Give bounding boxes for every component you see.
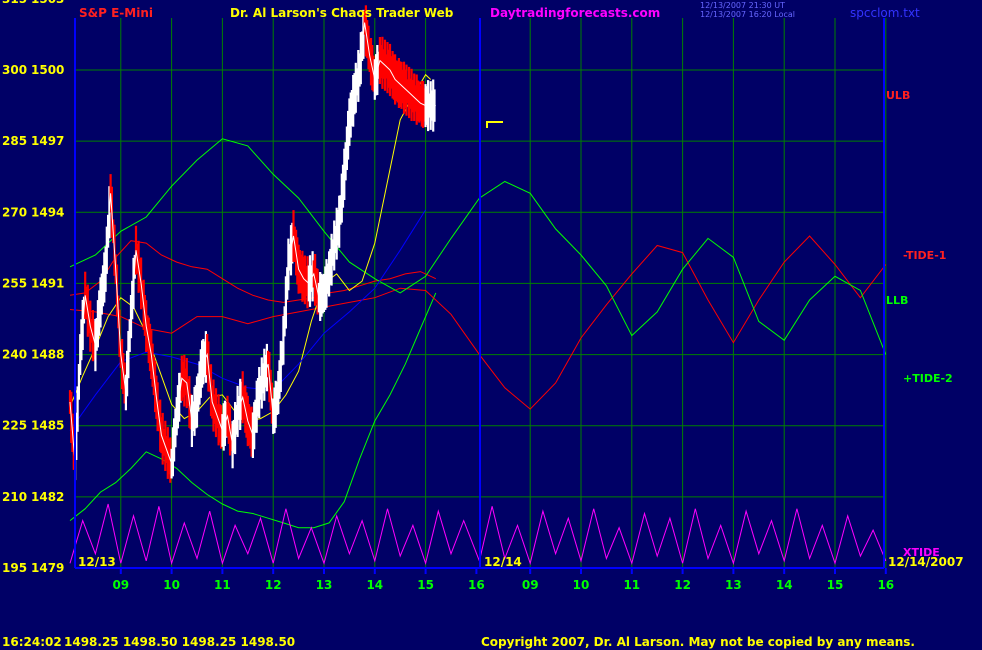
y-tick-right: 1497 — [31, 134, 64, 148]
y-tick-left: 240 — [2, 348, 27, 362]
y-tick-left: 195 — [2, 561, 27, 575]
date-label: 12/13 — [78, 555, 116, 569]
legend-label: +TIDE-2 — [903, 372, 953, 385]
series-ulb — [69, 240, 437, 303]
x-tick-label: 16 — [468, 578, 485, 592]
x-tick-label: 12 — [265, 578, 282, 592]
chart-canvas: 315 1503 300 1500 285 1497 270 1494 255 1491 240 14… — [2, 0, 964, 649]
x-tick-label: 09 — [522, 578, 539, 592]
series-layer — [69, 73, 887, 566]
forecast-bracket — [486, 121, 503, 128]
y-tick-left: 315 — [2, 0, 27, 6]
x-tick-label: 15 — [827, 578, 844, 592]
x-tick-label: 11 — [214, 578, 231, 592]
x-tick-label: 12 — [674, 578, 691, 592]
legend-label: XTIDE — [903, 546, 940, 559]
y-tick-right: 1491 — [31, 276, 64, 290]
y-tick-right: 1488 — [31, 348, 64, 362]
series--tide-1 — [69, 235, 887, 410]
footer-copyright: Copyright 2007, Dr. Al Larson. May not b… — [481, 635, 915, 649]
legend-label: ULB — [886, 89, 910, 102]
y-tick-left: 270 — [2, 205, 27, 219]
y-tick-left: 255 — [2, 276, 27, 290]
x-tick-label: 09 — [112, 578, 129, 592]
stamp-line-1: 12/13/2007 21:30 UT — [700, 1, 785, 10]
legend-label: -TIDE-1 — [903, 249, 946, 262]
chart-title: Dr. Al Larson's Chaos Trader Web — [230, 6, 454, 20]
series-xtide — [69, 503, 887, 566]
y-tick-right: 1485 — [31, 419, 64, 433]
y-tick-left: 225 — [2, 419, 27, 433]
x-tick-label: 11 — [623, 578, 640, 592]
x-tick-label: 14 — [776, 578, 793, 592]
stamp-line-2: 12/13/2007 16:20 Local — [700, 10, 795, 19]
x-tick-label: 16 — [877, 578, 894, 592]
y-tick-right: 1500 — [31, 63, 64, 77]
site-title: Daytradingforecasts.com — [490, 6, 660, 20]
legend-label: LLB — [886, 294, 908, 307]
x-tick-label: 10 — [573, 578, 590, 592]
axis-ticks: 315 1503 300 1500 285 1497 270 1494 255 1491 240 14… — [2, 0, 964, 592]
x-tick-label: 10 — [163, 578, 180, 592]
x-tick-label: 13 — [725, 578, 742, 592]
y-tick-left: 300 — [2, 63, 27, 77]
footer-time: 16:24:02 — [2, 635, 62, 649]
x-tick-label: 14 — [366, 578, 383, 592]
footer-quote: 1498.25 1498.50 1498.25 1498.50 — [64, 635, 295, 649]
y-tick-right: 1479 — [31, 561, 64, 575]
symbol-title: S&P E-Mini — [79, 6, 153, 20]
y-tick-left: 285 — [2, 134, 27, 148]
chart-window: 315 1503 300 1500 285 1497 270 1494 255 1491 240 14… — [0, 0, 982, 650]
series--tide-2 — [69, 138, 887, 355]
y-tick-right: 1503 — [31, 0, 64, 6]
y-tick-right: 1494 — [31, 205, 64, 219]
y-tick-right: 1482 — [31, 490, 64, 504]
date-label: 12/14 — [484, 555, 522, 569]
x-tick-label: 13 — [316, 578, 333, 592]
file-name: spcclom.txt — [850, 6, 920, 20]
x-tick-label: 15 — [417, 578, 434, 592]
y-tick-left: 210 — [2, 490, 27, 504]
